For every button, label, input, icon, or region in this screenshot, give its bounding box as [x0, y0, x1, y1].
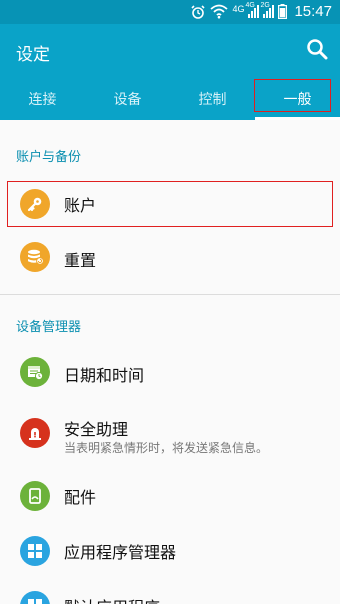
status-bar: 4G 4G 2G 15:47 [0, 0, 340, 24]
search-icon[interactable] [306, 38, 328, 60]
alarm-icon [191, 4, 206, 19]
app-bar: 设定 连接 设备 控制 一般 [0, 24, 340, 120]
list-item-application-manager[interactable]: 应用程序管理器 [0, 525, 340, 577]
accessory-icon [20, 481, 50, 511]
tab-highlight-box [254, 79, 331, 112]
list-item-default-applications[interactable]: 默认应用程序 [0, 580, 340, 604]
signal-strength-icon-2: 2G [260, 2, 275, 18]
tab-controls[interactable]: 控制 [170, 80, 255, 120]
list-item-label: 默认应用程序 [64, 594, 160, 604]
network-type-icon: 4G [232, 3, 245, 14]
wifi-icon [210, 4, 229, 19]
list-item-accessories[interactable]: 配件 [0, 470, 340, 522]
list-item-date-time[interactable]: 日期和时间 [0, 348, 340, 400]
settings-list: 账户与备份 账户 重置 设备管理器 日期和时间 安全助理 当表明紧急情形时，将发… [0, 120, 340, 604]
list-item-label: 应用程序管理器 [64, 543, 177, 562]
signal-strength-icon: 4G [245, 2, 260, 18]
tab-device[interactable]: 设备 [85, 80, 170, 120]
tab-connections[interactable]: 连接 [0, 80, 85, 120]
calendar-clock-icon [20, 357, 50, 387]
page-title: 设定 [16, 45, 50, 65]
list-item-label: 安全助理 [64, 420, 129, 439]
default-apps-icon [20, 591, 50, 604]
list-item-subtitle: 当表明紧急情形时，将发送紧急信息。 [64, 441, 269, 455]
battery-icon [278, 4, 288, 19]
alert-icon [20, 418, 50, 448]
reset-icon [20, 242, 50, 272]
item-highlight-box [7, 181, 333, 227]
section-header-accounts: 账户与备份 [16, 150, 82, 165]
list-item-label: 配件 [64, 488, 97, 507]
grid-icon [20, 536, 50, 566]
list-item-safety-assistance[interactable]: 安全助理 当表明紧急情形时，将发送紧急信息。 [0, 402, 340, 464]
list-item-label: 日期和时间 [64, 366, 145, 385]
clock: 15:47 [294, 3, 332, 20]
list-item-label: 重置 [64, 251, 97, 270]
list-item-reset[interactable]: 重置 [0, 233, 340, 285]
section-header-device-manager: 设备管理器 [16, 320, 82, 335]
section-divider [0, 294, 340, 295]
